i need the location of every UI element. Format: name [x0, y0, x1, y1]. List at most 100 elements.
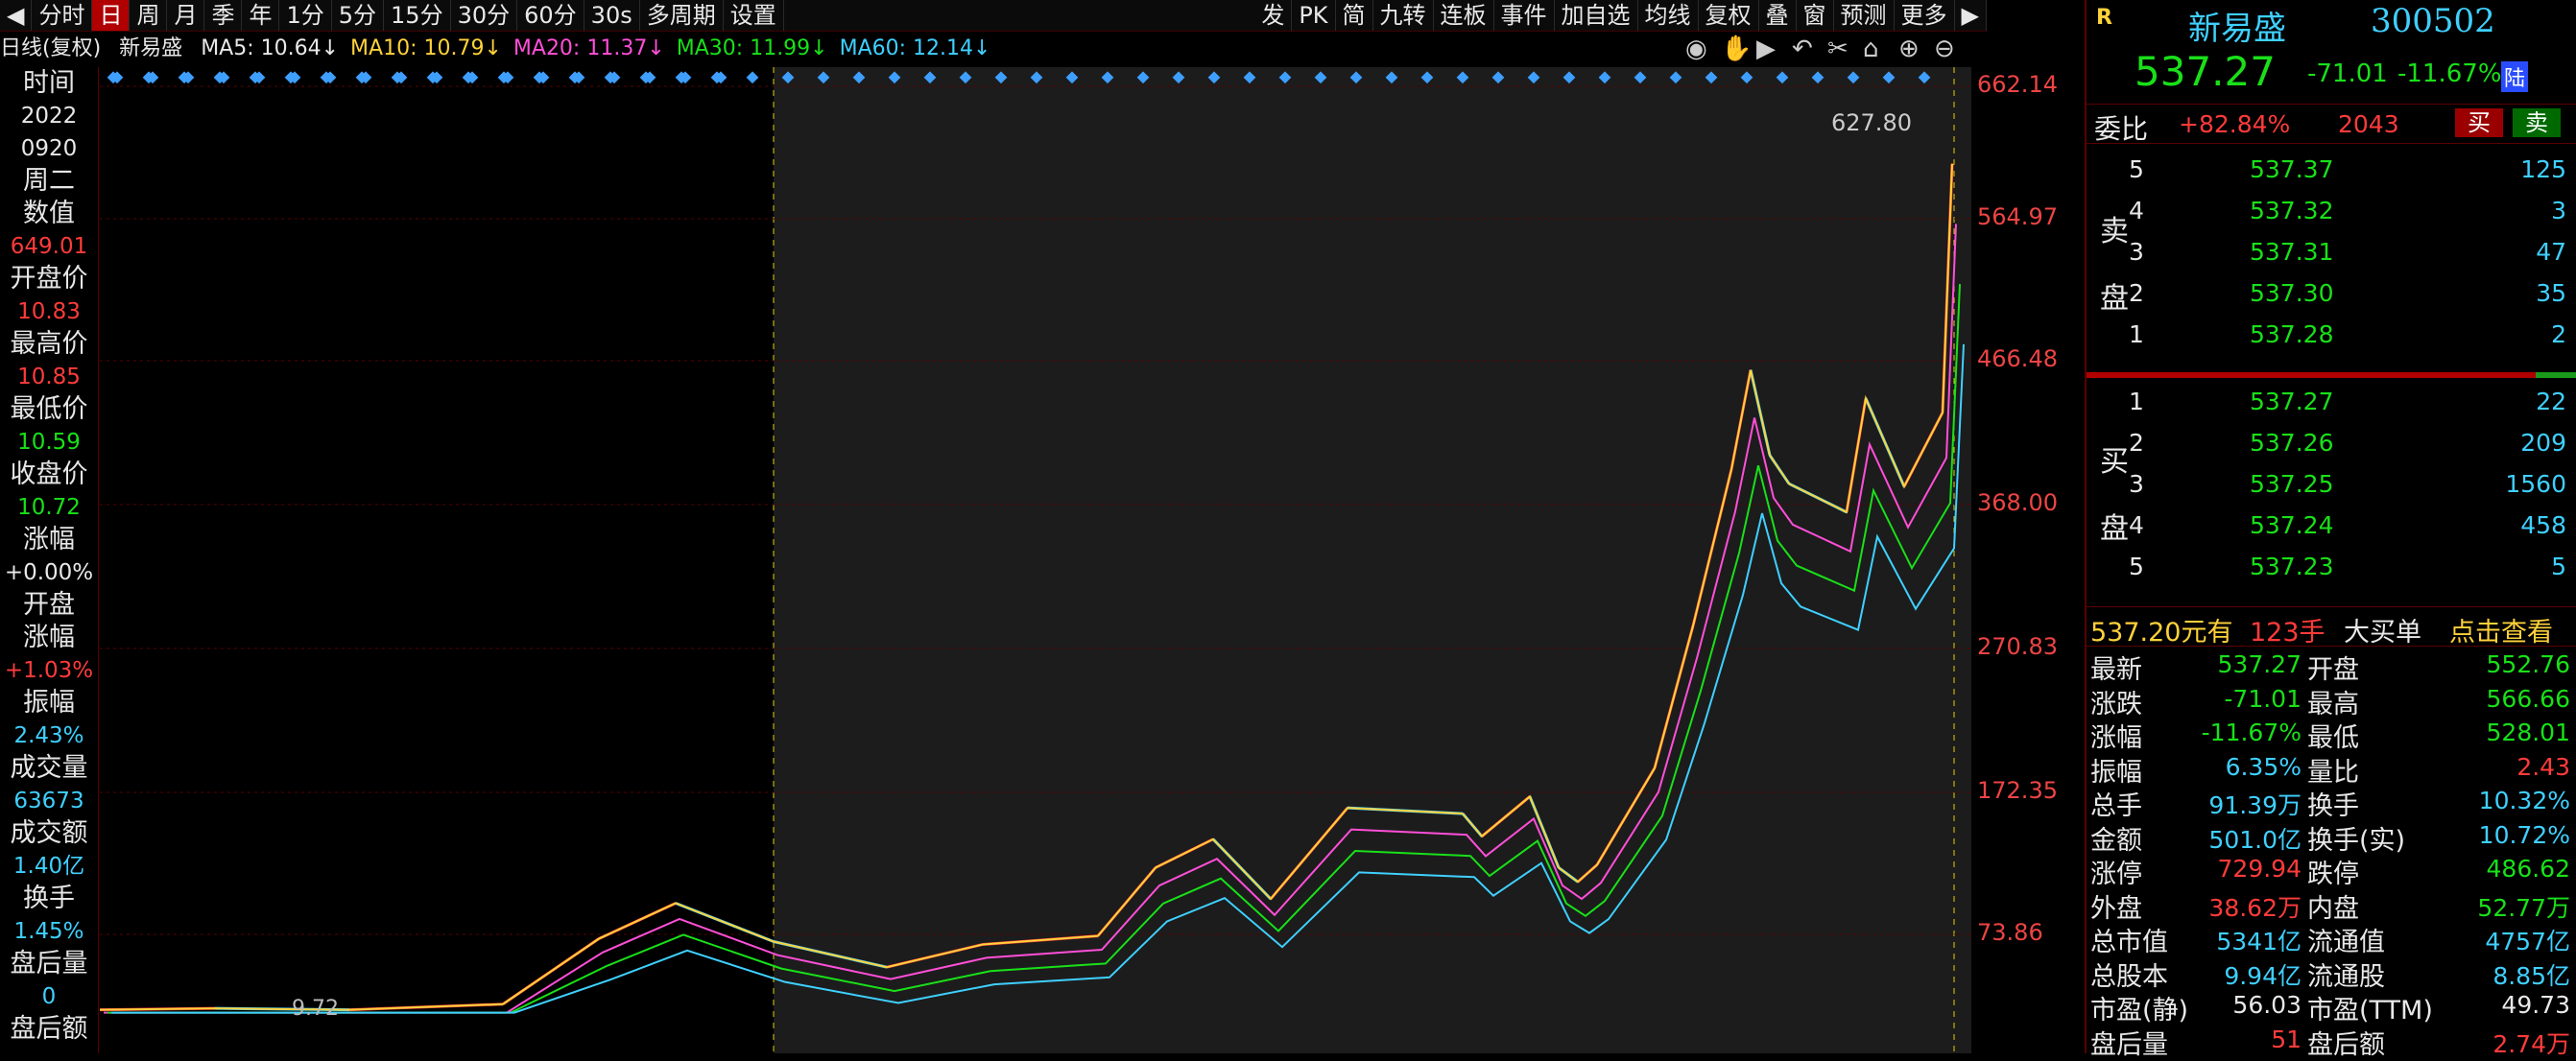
- kline-chart[interactable]: 627.80 9.72: [100, 67, 1971, 1053]
- asks-volume: 2: [2551, 320, 2566, 348]
- price-tick-1: 564.97: [1977, 203, 2058, 230]
- period-tab-4[interactable]: 季: [204, 0, 243, 31]
- bids-level: 2: [2129, 429, 2144, 457]
- toolbar-menu-icon[interactable]: ◀: [0, 0, 33, 31]
- stock-name-label: 新易盛: [119, 36, 183, 60]
- info-label-6: 开盘价: [10, 264, 88, 294]
- tool-button-0[interactable]: 发: [1254, 0, 1293, 31]
- quote-label: 总手: [2090, 791, 2142, 821]
- buy-side-label-2: 盘: [2100, 512, 2129, 546]
- period-tab-1[interactable]: 日: [92, 0, 131, 31]
- bids-price: 537.23: [2250, 553, 2334, 580]
- info-value-7: 10.83: [17, 299, 81, 324]
- period-tab-13[interactable]: 设置: [724, 0, 784, 31]
- high-price-label: 627.80: [1831, 109, 1912, 136]
- tool-button-8[interactable]: 复权: [1699, 0, 1759, 31]
- period-tab-6[interactable]: 1分: [279, 0, 332, 31]
- tool-button-7[interactable]: 均线: [1638, 0, 1699, 31]
- price-tick-0: 662.14: [1977, 71, 2058, 98]
- quote-value: 10.72%: [2478, 820, 2570, 849]
- period-tab-7[interactable]: 5分: [332, 0, 385, 31]
- tool-button-2[interactable]: 简: [1336, 0, 1373, 31]
- tool-button-11[interactable]: 预测: [1834, 0, 1895, 31]
- tool-button-9[interactable]: 叠: [1759, 0, 1797, 31]
- quote-value: 56.03: [2232, 991, 2302, 1019]
- event-marker[interactable]: [746, 71, 759, 84]
- info-label-21: 成交量: [10, 753, 88, 783]
- period-tab-5[interactable]: 年: [242, 0, 280, 31]
- quote-label: 内盘: [2307, 893, 2359, 924]
- bids-level: 4: [2129, 511, 2144, 539]
- info-label-8: 最高价: [10, 329, 88, 359]
- quote-label: 总市值: [2090, 928, 2168, 957]
- tool-button-6[interactable]: 加自选: [1555, 0, 1638, 31]
- toolbar-expand-icon[interactable]: ▶: [1955, 0, 1987, 31]
- tool-button-4[interactable]: 连板: [1434, 0, 1494, 31]
- bids-level: 3: [2129, 470, 2144, 498]
- info-label-16: 开盘: [23, 590, 75, 620]
- zoom-in-icon[interactable]: ⊕: [1898, 35, 1920, 63]
- chart-mode-label: 日线(复权): [0, 36, 102, 60]
- info-label-23: 成交额: [10, 818, 88, 848]
- bids-row-2: 3 537.25 1560: [2087, 468, 2576, 501]
- period-tab-12[interactable]: 多周期: [640, 0, 724, 31]
- quote-label: 量比: [2307, 757, 2359, 788]
- info-label-10: 最低价: [10, 394, 88, 424]
- home-icon[interactable]: ⌂: [1863, 35, 1879, 63]
- quote-row-9: 总股本 9.94亿 流通股 8.85亿: [2087, 955, 2576, 992]
- ma-item-3: MA30: 11.99↓: [676, 36, 828, 60]
- period-tab-9[interactable]: 30分: [451, 0, 518, 31]
- sell-side-label-2: 盘: [2100, 282, 2129, 316]
- stock-name: 新易盛: [2188, 10, 2286, 48]
- eye-icon[interactable]: ◉: [1685, 35, 1707, 63]
- quote-row-1: 涨跌 -71.01 最高 566.66: [2087, 683, 2576, 719]
- info-value-20: 2.43%: [13, 723, 84, 748]
- quote-value: 10.32%: [2478, 787, 2570, 814]
- period-tab-0[interactable]: 分时: [32, 0, 93, 31]
- period-tab-2[interactable]: 周: [130, 0, 168, 31]
- asks-price: 537.32: [2250, 197, 2334, 224]
- period-tab-8[interactable]: 15分: [384, 0, 451, 31]
- quote-value: 537.27: [2217, 650, 2302, 678]
- quote-label: 盘后量: [2090, 1029, 2168, 1060]
- info-value-1: 2022: [20, 104, 78, 129]
- quote-label: 最低: [2307, 723, 2359, 753]
- tool-button-10[interactable]: 窗: [1797, 0, 1834, 31]
- sell-button[interactable]: 卖: [2513, 108, 2561, 137]
- period-tab-11[interactable]: 30s: [584, 0, 640, 31]
- price-tick-4: 270.83: [1977, 633, 2058, 660]
- info-label-3: 周二: [23, 166, 75, 196]
- quote-value: 91.39万: [2208, 791, 2302, 819]
- asks-price: 537.28: [2250, 320, 2334, 348]
- bids-price: 537.24: [2250, 511, 2334, 539]
- scissors-icon[interactable]: ✂: [1827, 35, 1849, 63]
- price-tick-2: 466.48: [1977, 345, 2058, 372]
- tool-button-3[interactable]: 九转: [1373, 0, 1434, 31]
- period-tab-10[interactable]: 60分: [517, 0, 584, 31]
- info-label-14: 涨幅: [23, 525, 75, 554]
- undo-icon[interactable]: ↶: [1792, 35, 1813, 63]
- market-badge: 陆: [2501, 61, 2529, 92]
- tool-button-5[interactable]: 事件: [1494, 0, 1555, 31]
- buy-button[interactable]: 买: [2455, 108, 2503, 137]
- quote-panel: R 新易盛 300502 537.27 -71.01 -11.67% 陆 委比 …: [2085, 0, 2576, 1060]
- tool-button-12[interactable]: 更多: [1895, 0, 1955, 31]
- quote-row-11: 盘后量 51 盘后额 2.74万: [2087, 1024, 2576, 1060]
- hand-icon[interactable]: ✋: [1721, 35, 1752, 63]
- play-icon[interactable]: ▶: [1756, 35, 1776, 63]
- tool-button-1[interactable]: PK: [1292, 0, 1336, 31]
- quote-label: 振幅: [2090, 757, 2142, 788]
- bigorder-link[interactable]: 点击查看: [2449, 611, 2553, 648]
- ma-item-2: MA20: 11.37↓: [513, 36, 665, 60]
- quote-label: 开盘: [2307, 655, 2359, 685]
- bids-level: 5: [2129, 553, 2144, 580]
- zoom-out-icon[interactable]: ⊖: [1934, 35, 1955, 63]
- bigorder-text: 大买单: [2344, 618, 2421, 648]
- quote-value: 51: [2271, 1025, 2302, 1053]
- bids-volume: 209: [2520, 429, 2566, 457]
- quote-value: 9.94亿: [2224, 961, 2302, 990]
- asks-level: 2: [2129, 279, 2144, 307]
- bids-row-4: 5 537.23 5: [2087, 551, 2576, 583]
- period-tab-3[interactable]: 月: [167, 0, 205, 31]
- quote-label: 换手(实): [2307, 825, 2406, 856]
